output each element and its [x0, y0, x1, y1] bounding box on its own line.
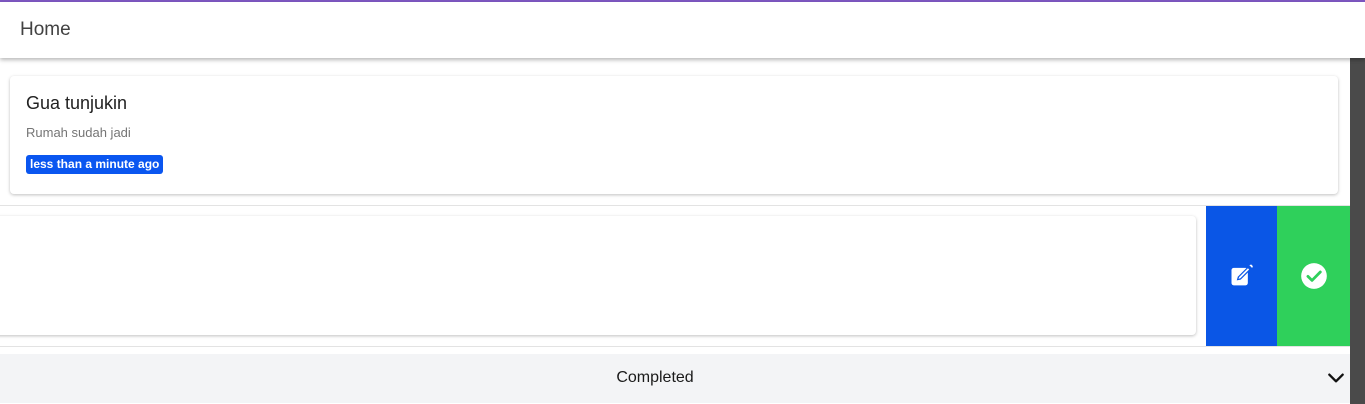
page-title: Home [20, 19, 71, 40]
scrollbar-thumb[interactable] [1350, 58, 1365, 404]
chevron-down-icon[interactable] [1326, 368, 1346, 388]
time-badge: less than a minute ago [26, 155, 164, 174]
completed-section-toggle[interactable]: Completed [0, 354, 1350, 403]
todo-card[interactable]: Gua tunjukin Rumah sudah jadi less than … [10, 76, 1338, 194]
edit-action-button[interactable] [1206, 206, 1277, 346]
completed-label: Completed [616, 369, 694, 386]
app-header: Home [0, 2, 1365, 58]
check-circle-icon [1300, 263, 1327, 289]
edit-icon [1231, 264, 1253, 286]
divider [0, 346, 1350, 347]
complete-action-button[interactable] [1277, 206, 1350, 346]
swiped-todo-card[interactable] [0, 216, 1196, 335]
swiped-todo-row[interactable] [0, 206, 1350, 346]
todo-description: Rumah sudah jadi [26, 125, 131, 140]
todo-title: Gua tunjukin [26, 93, 128, 113]
todo-list: Gua tunjukin Rumah sudah jadi less than … [0, 58, 1350, 404]
app-window: Home Gua tunjukin Rumah sudah jadi less … [0, 0, 1365, 404]
